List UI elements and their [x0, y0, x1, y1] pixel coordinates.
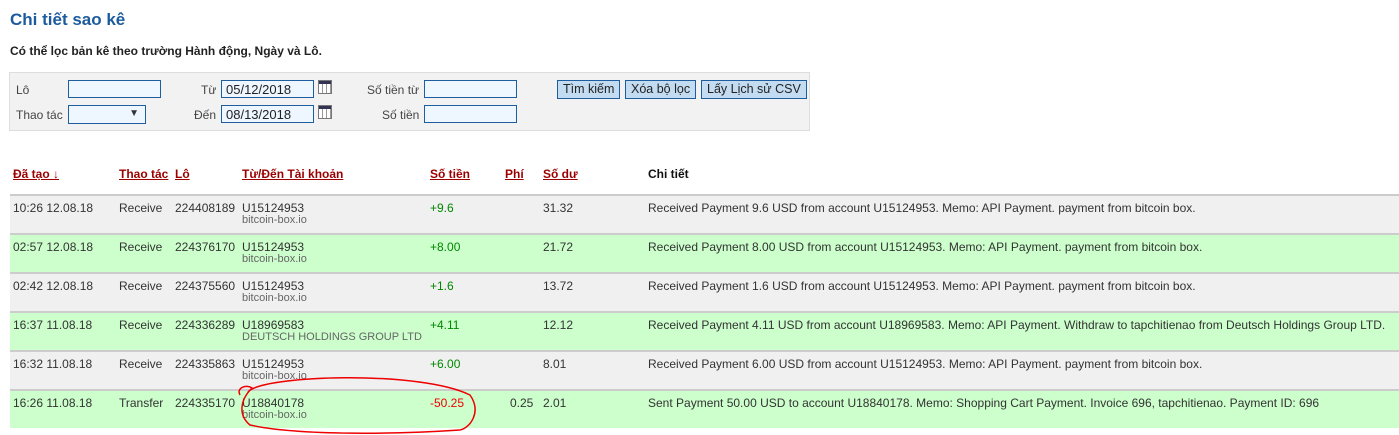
- red-annotation-circle: [238, 377, 476, 434]
